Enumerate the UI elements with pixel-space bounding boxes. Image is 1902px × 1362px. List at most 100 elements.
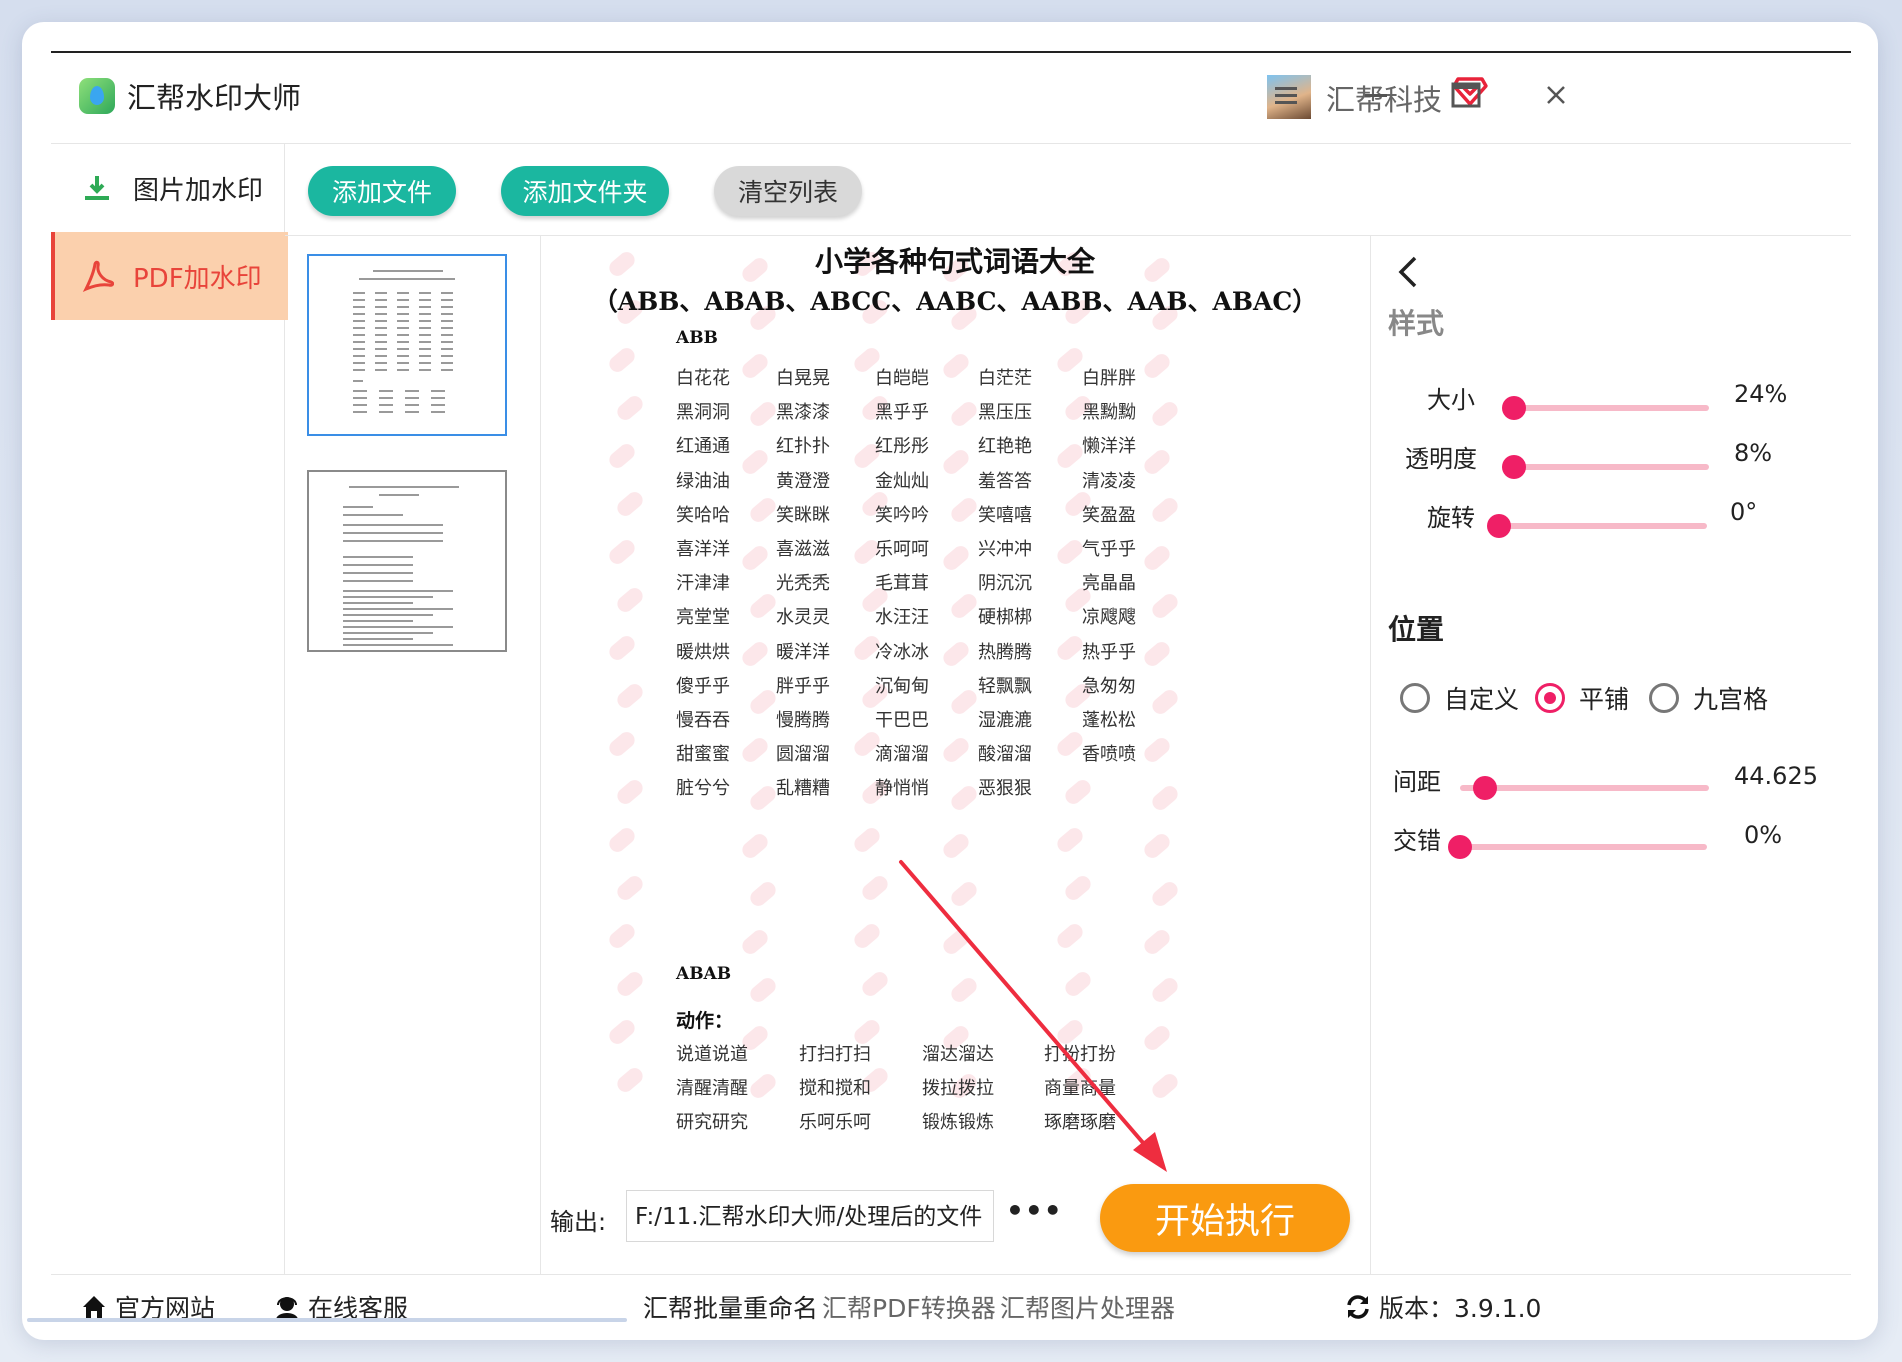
thumbnail-text-line: [343, 590, 453, 592]
thumbnail-text-line: [343, 614, 433, 616]
taskbar-strip: [27, 1318, 627, 1322]
pdf-converter-link[interactable]: 汇帮PDF转换器: [822, 1289, 996, 1325]
maximize-button[interactable]: [1444, 73, 1488, 117]
thumbnail-text-line: [353, 341, 365, 343]
thumbnail-text-line: [343, 626, 453, 628]
thumbnail-text-line: [419, 355, 431, 357]
thumbnail-text-line: [441, 348, 453, 350]
thumbnail-text-line: [353, 334, 365, 336]
thumbnail-text-line: [431, 404, 445, 406]
close-button[interactable]: [1534, 73, 1578, 117]
toolbar: 添加文件 添加文件夹 清空列表: [285, 144, 1851, 236]
thumbnail-text-line: [397, 313, 409, 315]
chevron-left-icon[interactable]: [1389, 252, 1429, 292]
radio-nine-grid[interactable]: 九宫格: [1649, 680, 1768, 716]
thumbnail-text-line: [353, 369, 365, 371]
stagger-slider[interactable]: [1460, 844, 1707, 850]
thumbnail-text-line: [375, 313, 387, 315]
thumbnail-text-line: [343, 572, 413, 574]
thumbnail-text-line: [431, 411, 445, 413]
radio-custom[interactable]: 自定义: [1400, 680, 1519, 716]
add-folder-button[interactable]: 添加文件夹: [501, 166, 669, 216]
menu-button[interactable]: [1264, 73, 1308, 117]
file-thumbnail-2[interactable]: [307, 470, 507, 652]
radio-tile[interactable]: 平铺: [1535, 680, 1629, 716]
output-path-field[interactable]: F:/11.汇帮水印大师/处理后的文件: [626, 1190, 994, 1242]
radio-label: 平铺: [1579, 685, 1630, 714]
batch-rename-link[interactable]: 汇帮批量重命名: [643, 1289, 818, 1325]
document-preview[interactable]: 小学各种句式词语大全 （ABB、ABAB、ABCC、AABC、AABB、AAB、…: [541, 236, 1369, 1174]
thumbnail-text-line: [397, 299, 409, 301]
thumbnail-text-line: [419, 320, 431, 322]
thumbnail-text-line: [419, 299, 431, 301]
thumbnail-text-line: [419, 362, 431, 364]
thumbnail-text-line: [405, 397, 419, 399]
thumbnail-text-line: [441, 362, 453, 364]
rotation-slider[interactable]: [1499, 523, 1707, 529]
image-processor-link[interactable]: 汇帮图片处理器: [1000, 1289, 1175, 1325]
thumbnail-text-line: [419, 348, 431, 350]
stagger-value: 0%: [1744, 821, 1783, 849]
version-info[interactable]: 版本：3.9.1.0: [1343, 1289, 1541, 1325]
thumbnail-text-line: [397, 334, 409, 336]
thumbnail-text-line: [379, 390, 393, 392]
browse-output-button[interactable]: •••: [1006, 1194, 1063, 1227]
rotation-value: 0°: [1730, 498, 1758, 526]
sidebar-item-image-watermark[interactable]: 图片加水印: [51, 144, 284, 232]
thumbnail-text-line: [343, 638, 413, 640]
thumbnail-text-line: [397, 362, 409, 364]
start-button[interactable]: 开始执行: [1100, 1184, 1350, 1252]
thumbnail-text-line: [397, 327, 409, 329]
add-file-button[interactable]: 添加文件: [308, 166, 456, 216]
thumbnail-text-line: [405, 411, 419, 413]
thumbnail-text-line: [353, 320, 365, 322]
sidebar-item-pdf-watermark[interactable]: PDF加水印: [51, 232, 288, 320]
clear-list-button[interactable]: 清空列表: [714, 166, 862, 216]
thumbnail-text-line: [353, 306, 365, 308]
rotation-slider-handle[interactable]: [1487, 514, 1511, 538]
thumbnail-text-line: [353, 404, 367, 406]
radio-label: 自定义: [1444, 685, 1520, 714]
thumbnail-text-line: [353, 390, 367, 392]
spacing-slider-handle[interactable]: [1472, 776, 1497, 800]
thumbnail-text-line: [343, 632, 433, 634]
thumbnail-text-line: [375, 355, 387, 357]
radio-circle: [1400, 683, 1430, 713]
file-thumbnail-1[interactable]: [307, 254, 507, 436]
thumbnail-text-line: [397, 292, 409, 294]
thumbnail-text-line: [343, 580, 413, 582]
hamburger-icon: [1275, 87, 1297, 104]
close-icon: [1547, 86, 1565, 104]
thumbnail-text-line: [441, 355, 453, 357]
thumbnail-text-line: [353, 411, 367, 413]
thumbnail-text-line: [375, 327, 387, 329]
thumbnail-text-line: [379, 397, 393, 399]
thumbnail-text-line: [353, 313, 365, 315]
thumbnail-text-line: [441, 313, 453, 315]
thumbnail-text-line: [375, 334, 387, 336]
thumbnail-text-line: [397, 320, 409, 322]
minimize-button[interactable]: [1354, 73, 1398, 117]
size-slider-handle[interactable]: [1502, 396, 1527, 420]
size-slider[interactable]: [1504, 405, 1709, 411]
thumbnail-text-line: [353, 348, 365, 350]
thumbnail-text-line: [343, 608, 453, 610]
size-value: 24%: [1734, 380, 1788, 408]
thumbnail-text-line: [379, 494, 419, 496]
version-label: 版本：3.9.1.0: [1379, 1294, 1542, 1323]
thumbnail-text-line: [397, 348, 409, 350]
sidebar: 图片加水印 PDF加水印: [51, 144, 288, 1274]
thumbnail-text-line: [353, 299, 365, 301]
style-section-title: 样式: [1388, 307, 1445, 340]
opacity-slider-handle[interactable]: [1502, 455, 1527, 479]
thumbnail-text-line: [359, 278, 455, 280]
spacing-slider[interactable]: [1460, 785, 1709, 791]
thumbnail-text-line: [373, 270, 443, 272]
stagger-slider-handle[interactable]: [1448, 835, 1472, 859]
thumbnail-text-line: [375, 320, 387, 322]
thumbnail-text-line: [419, 292, 431, 294]
radio-label: 九宫格: [1693, 685, 1769, 714]
opacity-slider[interactable]: [1502, 464, 1709, 470]
thumbnail-text-line: [419, 369, 431, 371]
position-section-title: 位置: [1388, 613, 1445, 646]
